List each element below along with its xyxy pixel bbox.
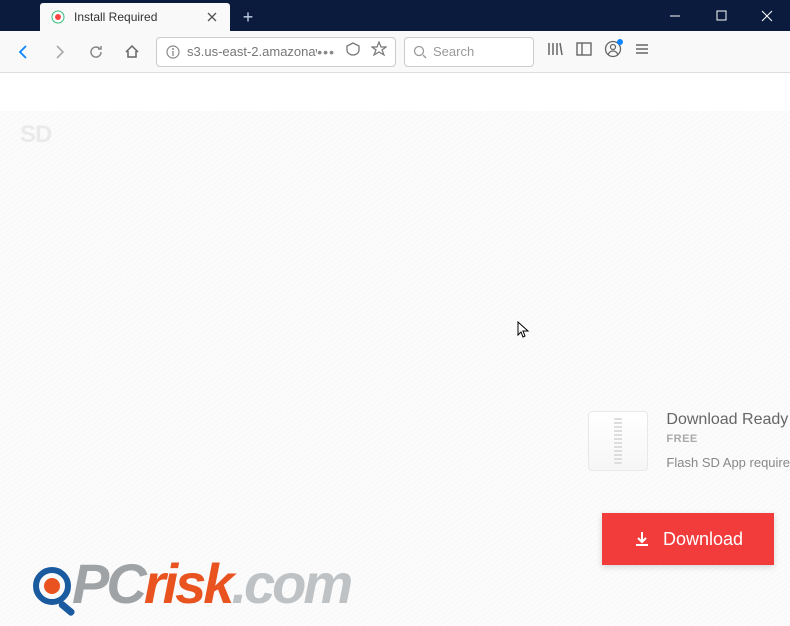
download-button-label: Download <box>663 529 743 550</box>
zip-file-icon <box>588 411 648 471</box>
new-tab-button[interactable]: + <box>234 3 262 31</box>
watermark: PCrisk.com <box>30 551 350 616</box>
home-button[interactable] <box>116 36 148 68</box>
window-titlebar: Install Required + <box>0 0 790 31</box>
magnifier-icon <box>30 564 78 612</box>
address-bar[interactable]: s3.us-east-2.amazonaws.com/chrms2 ••• <box>156 37 396 67</box>
minimize-button[interactable] <box>652 0 698 31</box>
sd-logo: SD <box>20 121 51 149</box>
forward-button[interactable] <box>44 36 76 68</box>
back-button[interactable] <box>8 36 40 68</box>
reload-button[interactable] <box>80 36 112 68</box>
content-top-bar <box>0 73 790 111</box>
watermark-c: C <box>106 552 143 615</box>
reader-icon[interactable] <box>345 41 361 62</box>
page-actions-icon[interactable]: ••• <box>317 44 335 60</box>
download-description: Flash SD App require <box>666 455 790 470</box>
search-bar[interactable]: Search <box>404 37 534 67</box>
maximize-button[interactable] <box>698 0 744 31</box>
account-icon[interactable] <box>604 40 622 63</box>
library-icon[interactable] <box>546 40 564 63</box>
download-title: Download Ready <box>666 411 790 429</box>
info-icon[interactable] <box>165 44 181 60</box>
download-arrow-icon <box>633 530 651 548</box>
sidebar-icon[interactable] <box>576 41 592 62</box>
search-placeholder: Search <box>433 44 525 59</box>
close-window-button[interactable] <box>744 0 790 31</box>
watermark-risk: risk <box>144 552 232 615</box>
watermark-com: .com <box>231 552 350 615</box>
download-button[interactable]: Download <box>602 513 774 565</box>
window-controls <box>652 0 790 31</box>
bookmark-star-icon[interactable] <box>371 41 387 62</box>
browser-toolbar: s3.us-east-2.amazonaws.com/chrms2 ••• Se… <box>0 31 790 73</box>
tab-favicon <box>50 9 66 25</box>
tab-title: Install Required <box>74 10 204 24</box>
download-free-label: FREE <box>666 433 790 445</box>
download-card: Download Ready FREE Flash SD App require <box>588 411 790 471</box>
tab-close-button[interactable] <box>204 9 220 25</box>
url-text: s3.us-east-2.amazonaws.com/chrms2 <box>187 44 317 59</box>
page-content: SD Download Ready FREE Flash SD App requ… <box>0 73 790 626</box>
search-icon <box>413 45 427 59</box>
browser-tab[interactable]: Install Required <box>40 3 230 31</box>
menu-button[interactable] <box>634 41 650 62</box>
